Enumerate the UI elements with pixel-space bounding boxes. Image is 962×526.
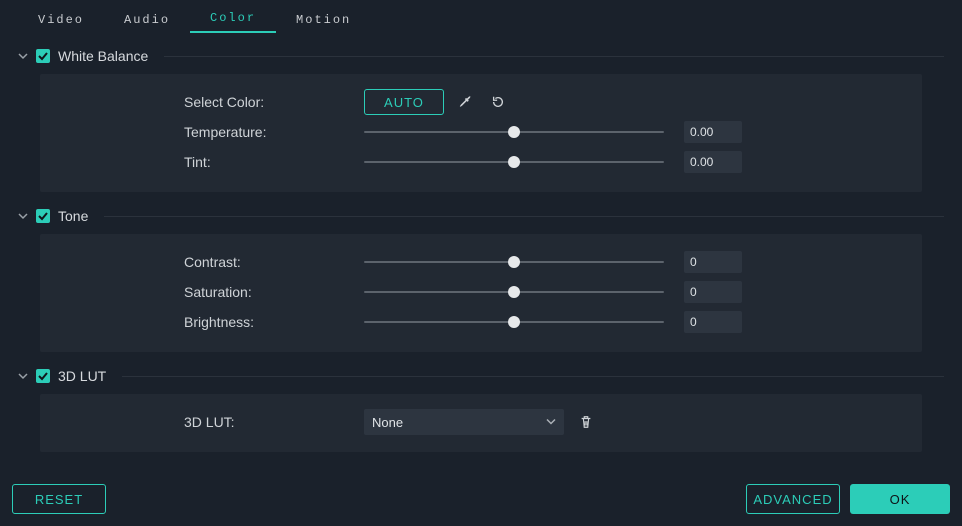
tint-label: Tint: [184, 154, 344, 170]
temperature-label: Temperature: [184, 124, 344, 140]
chevron-down-icon [18, 371, 28, 381]
section-title: Tone [58, 208, 88, 224]
reset-button[interactable]: RESET [12, 484, 106, 514]
advanced-button[interactable]: ADVANCED [746, 484, 840, 514]
checkbox-white-balance[interactable] [36, 49, 50, 63]
content-scroll[interactable]: White Balance Select Color: AUTO Tempera… [0, 34, 962, 472]
select-color-label: Select Color: [184, 94, 344, 110]
section-body-tone: Contrast: Saturation: Brightness: [40, 234, 922, 352]
section-body-white-balance: Select Color: AUTO Temperature: Tint: [40, 74, 922, 192]
checkbox-tone[interactable] [36, 209, 50, 223]
section-title: White Balance [58, 48, 148, 64]
chevron-down-icon [18, 51, 28, 61]
divider [104, 216, 944, 217]
divider [164, 56, 944, 57]
tint-input[interactable] [684, 151, 742, 173]
lut-select[interactable]: None [364, 409, 564, 435]
slider-thumb[interactable] [508, 256, 520, 268]
slider-thumb[interactable] [508, 316, 520, 328]
tab-video[interactable]: Video [18, 5, 104, 33]
brightness-label: Brightness: [184, 314, 344, 330]
auto-button[interactable]: AUTO [364, 89, 444, 115]
saturation-slider[interactable] [364, 285, 664, 299]
contrast-input[interactable] [684, 251, 742, 273]
section-header-tone[interactable]: Tone [10, 202, 952, 230]
contrast-slider[interactable] [364, 255, 664, 269]
eyedropper-icon[interactable] [456, 92, 476, 112]
tab-audio[interactable]: Audio [104, 5, 190, 33]
saturation-input[interactable] [684, 281, 742, 303]
tint-slider[interactable] [364, 155, 664, 169]
brightness-input[interactable] [684, 311, 742, 333]
contrast-label: Contrast: [184, 254, 344, 270]
reset-icon[interactable] [488, 92, 508, 112]
divider [122, 376, 944, 377]
temperature-slider[interactable] [364, 125, 664, 139]
brightness-slider[interactable] [364, 315, 664, 329]
lut-label: 3D LUT: [184, 414, 344, 430]
lut-select-value: None [372, 415, 403, 430]
section-body-3d-lut: 3D LUT: None [40, 394, 922, 452]
tab-color[interactable]: Color [190, 3, 276, 33]
saturation-label: Saturation: [184, 284, 344, 300]
footer-bar: RESET ADVANCED OK [0, 472, 962, 526]
section-header-3d-lut[interactable]: 3D LUT [10, 362, 952, 390]
ok-button[interactable]: OK [850, 484, 950, 514]
section-header-white-balance[interactable]: White Balance [10, 42, 952, 70]
slider-thumb[interactable] [508, 156, 520, 168]
tabs-bar: Video Audio Color Motion [0, 0, 962, 34]
chevron-down-icon [546, 415, 556, 430]
temperature-input[interactable] [684, 121, 742, 143]
checkbox-3d-lut[interactable] [36, 369, 50, 383]
tab-motion[interactable]: Motion [276, 5, 371, 33]
slider-thumb[interactable] [508, 126, 520, 138]
slider-thumb[interactable] [508, 286, 520, 298]
trash-icon[interactable] [576, 412, 596, 432]
chevron-down-icon [18, 211, 28, 221]
section-title: 3D LUT [58, 368, 106, 384]
